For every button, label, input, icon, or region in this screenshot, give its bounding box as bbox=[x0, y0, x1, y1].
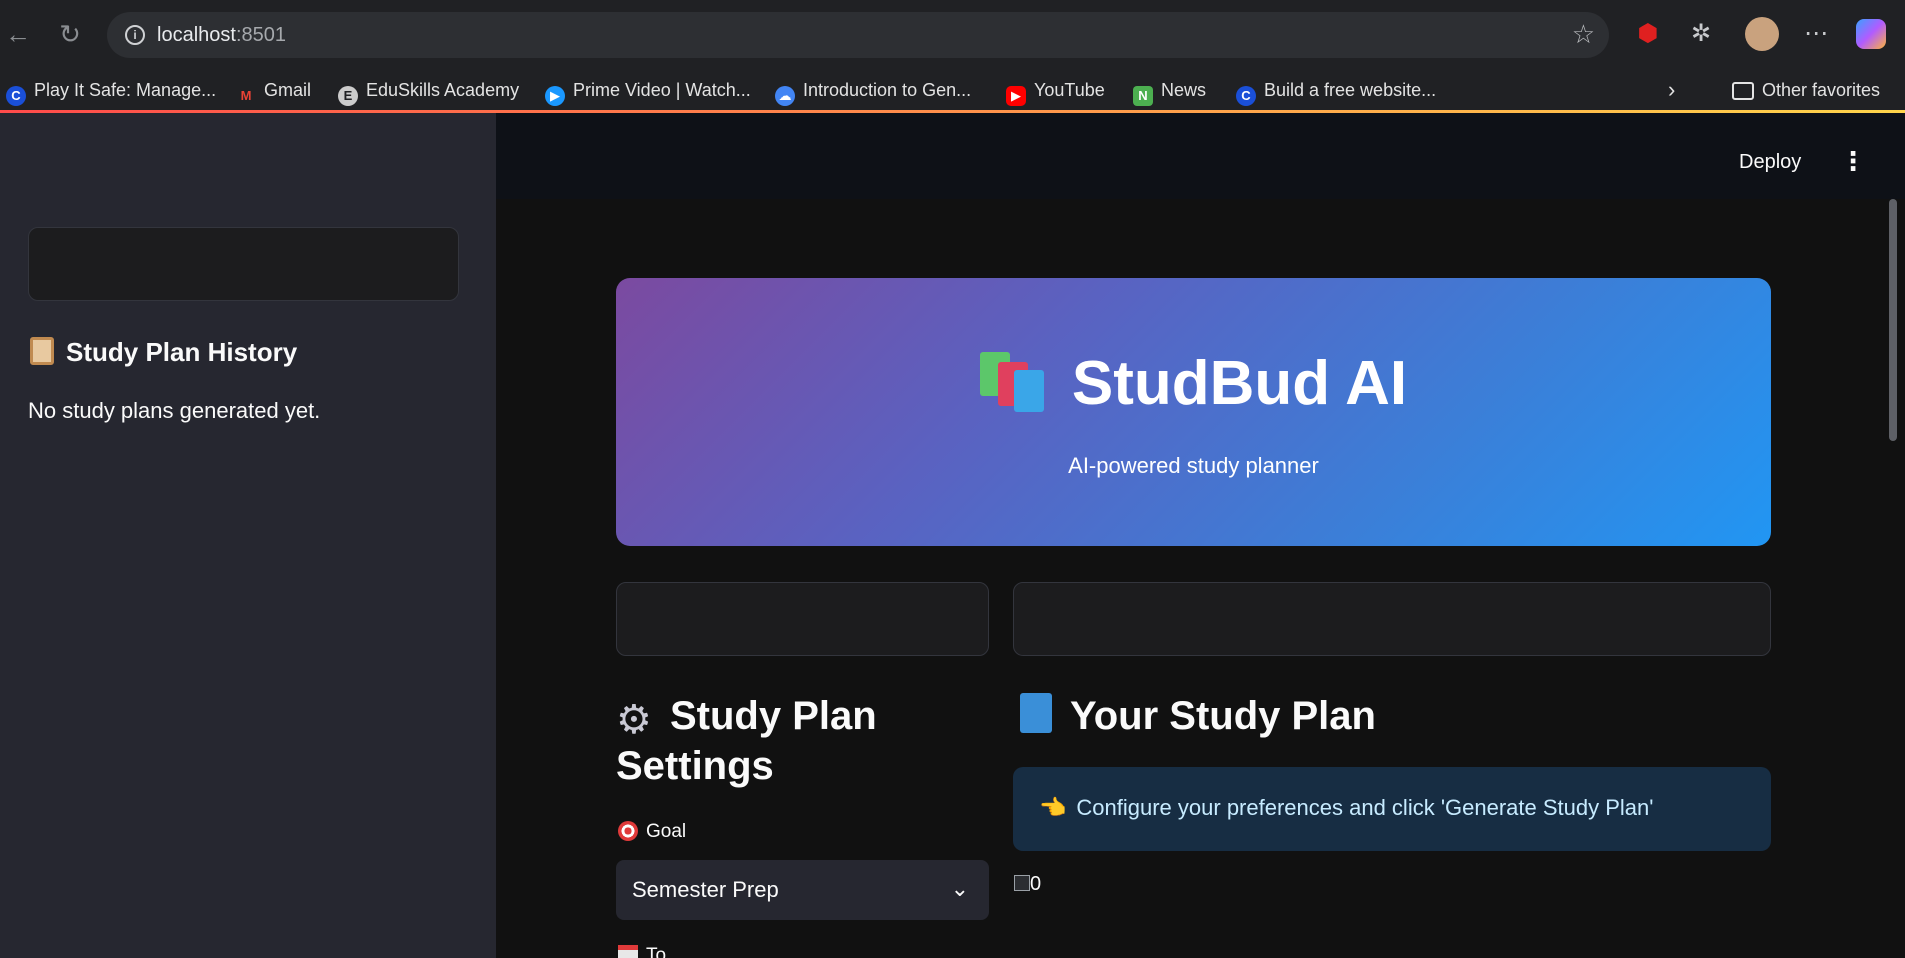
deploy-button[interactable]: Deploy bbox=[1739, 151, 1801, 174]
goal-label: Goal bbox=[618, 821, 686, 843]
address-bar[interactable]: i localhost:8501 ☆ bbox=[107, 12, 1609, 58]
broken-image-icon bbox=[1014, 875, 1030, 891]
sidebar-card bbox=[28, 227, 459, 301]
bookmark-item[interactable]: ☁ Introduction to Gen... bbox=[775, 70, 971, 110]
gear-icon: ⚙ bbox=[616, 698, 652, 742]
bookmarks-bar: C Play It Safe: Manage... M Gmail E EduSkil… bbox=[0, 70, 1905, 110]
bookmark-item[interactable]: M Gmail bbox=[236, 70, 311, 110]
other-favorites[interactable]: Other favorites bbox=[1732, 70, 1880, 110]
folder-icon bbox=[1732, 82, 1754, 100]
info-alert: 👈 Configure your preferences and click 'G… bbox=[1013, 767, 1771, 851]
prime-video-icon: ▶ bbox=[545, 86, 565, 106]
scrollbar[interactable] bbox=[1889, 199, 1897, 441]
more-menu-icon[interactable]: ⋯ bbox=[1798, 16, 1834, 52]
site-info-icon[interactable]: i bbox=[125, 25, 145, 45]
chevron-down-icon: ⌄ bbox=[950, 876, 969, 901]
news-icon: N bbox=[1133, 86, 1153, 106]
right-card bbox=[1013, 582, 1771, 656]
chevron-right-icon[interactable]: › bbox=[1668, 70, 1675, 110]
app-subtitle: AI-powered study planner bbox=[1068, 453, 1319, 478]
bookmark-item[interactable]: C Build a free website... bbox=[1236, 70, 1436, 110]
browser-chrome: ← ↻ i localhost:8501 ☆ ⬢ ✲ ⋯ C Play It Sa… bbox=[0, 0, 1905, 110]
bookmark-item[interactable]: ▶ Prime Video | Watch... bbox=[545, 70, 751, 110]
pointing-hand-icon: 👈 bbox=[1039, 795, 1067, 820]
extensions-icon[interactable]: ✲ bbox=[1683, 16, 1719, 52]
goal-select[interactable]: Semester Prep ⌄ bbox=[616, 860, 989, 920]
blue-book-icon bbox=[1016, 693, 1056, 733]
app-header: Deploy ⋮ bbox=[496, 113, 1905, 199]
main-area: Deploy ⋮ StudBud AI AI-powered study pla… bbox=[496, 113, 1905, 958]
browser-toolbar: ← ↻ i localhost:8501 ☆ ⬢ ✲ ⋯ bbox=[0, 0, 1905, 70]
bookmark-item[interactable]: C Play It Safe: Manage... bbox=[6, 70, 216, 110]
left-card bbox=[616, 582, 989, 656]
bookmark-item[interactable]: ▶ YouTube bbox=[1006, 70, 1105, 110]
info-alert-text: 👈 Configure your preferences and click 'G… bbox=[1039, 795, 1654, 820]
c-icon: C bbox=[1236, 86, 1256, 106]
youtube-icon: ▶ bbox=[1006, 86, 1026, 106]
next-field-label: To bbox=[618, 945, 666, 958]
url-text: localhost:8501 bbox=[157, 24, 286, 46]
target-icon bbox=[618, 821, 638, 841]
app-title: StudBud AI bbox=[616, 348, 1771, 419]
copilot-icon[interactable] bbox=[1853, 16, 1889, 52]
settings-heading: ⚙ Study Plan Settings bbox=[616, 694, 877, 788]
profile-avatar[interactable] bbox=[1744, 16, 1780, 52]
bookmark-item[interactable]: N News bbox=[1133, 70, 1206, 110]
back-icon[interactable]: ← bbox=[2, 18, 34, 50]
eduskills-icon: E bbox=[338, 86, 358, 106]
goal-select-value: Semester Prep bbox=[632, 877, 779, 902]
main-menu-icon[interactable]: ⋮ bbox=[1840, 146, 1866, 178]
plan-heading: Your Study Plan bbox=[1016, 691, 1376, 741]
c-icon: C bbox=[6, 86, 26, 106]
gmail-icon: M bbox=[240, 88, 252, 103]
sidebar-title: Study Plan History bbox=[30, 337, 297, 368]
google-cloud-icon: ☁ bbox=[775, 86, 795, 106]
reload-icon[interactable]: ↻ bbox=[54, 18, 86, 50]
favorite-star-icon[interactable]: ☆ bbox=[1572, 21, 1595, 47]
hero-banner: StudBud AI AI-powered study planner bbox=[616, 278, 1771, 546]
books-icon bbox=[979, 350, 1050, 412]
bookmark-item[interactable]: E EduSkills Academy bbox=[338, 70, 519, 110]
calendar-icon bbox=[618, 945, 638, 958]
adblock-icon[interactable]: ⬢ bbox=[1630, 16, 1666, 52]
broken-image: 0 bbox=[1014, 873, 1054, 903]
sidebar-empty-text: No study plans generated yet. bbox=[28, 398, 321, 423]
clipboard-icon bbox=[30, 337, 54, 365]
sidebar: Study Plan History No study plans genera… bbox=[0, 113, 496, 958]
